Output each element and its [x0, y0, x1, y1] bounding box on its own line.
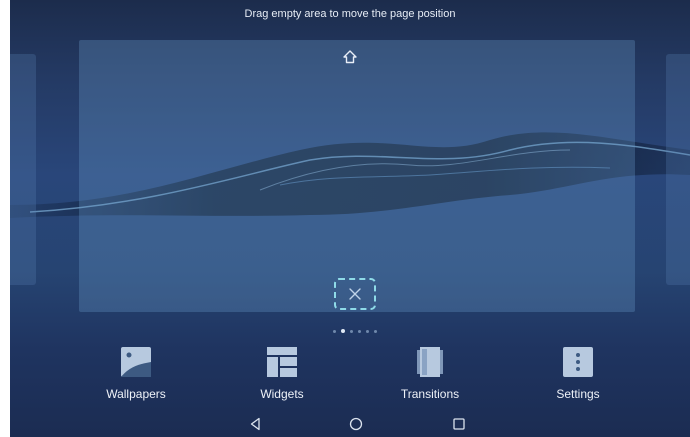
back-icon[interactable]: [248, 416, 264, 432]
settings-icon: [563, 347, 593, 377]
wallpaper-icon: [121, 347, 151, 377]
transitions-label: Transitions: [400, 387, 460, 401]
close-icon: [349, 288, 361, 300]
page-dot: [333, 329, 336, 333]
page-dot-active: [341, 329, 345, 333]
widgets-icon: [267, 347, 297, 377]
wallpapers-button[interactable]: Wallpapers: [76, 346, 196, 401]
next-page-preview[interactable]: [666, 54, 690, 285]
settings-button[interactable]: Settings: [518, 346, 638, 401]
page-dot: [374, 329, 377, 333]
home-circle-icon[interactable]: [348, 416, 364, 432]
page-dot: [350, 329, 353, 333]
current-page-preview[interactable]: [79, 40, 635, 312]
page-indicator: [333, 328, 377, 334]
recents-icon[interactable]: [451, 416, 467, 432]
drag-hint-text: Drag empty area to move the page positio…: [244, 8, 456, 20]
navigation-bar: [10, 410, 690, 437]
page-dot: [358, 329, 361, 333]
widgets-label: Widgets: [260, 387, 304, 401]
home-icon[interactable]: [342, 49, 358, 65]
remove-page-button[interactable]: [334, 278, 376, 310]
widgets-button[interactable]: Widgets: [222, 346, 342, 401]
settings-label: Settings: [556, 387, 600, 401]
transitions-button[interactable]: Transitions: [370, 346, 490, 401]
wallpapers-label: Wallpapers: [106, 387, 166, 401]
transitions-icon: [417, 347, 443, 377]
previous-page-preview[interactable]: [10, 54, 36, 285]
home-screen-editor: Drag empty area to move the page positio…: [10, 0, 690, 437]
page-dot: [366, 329, 369, 333]
